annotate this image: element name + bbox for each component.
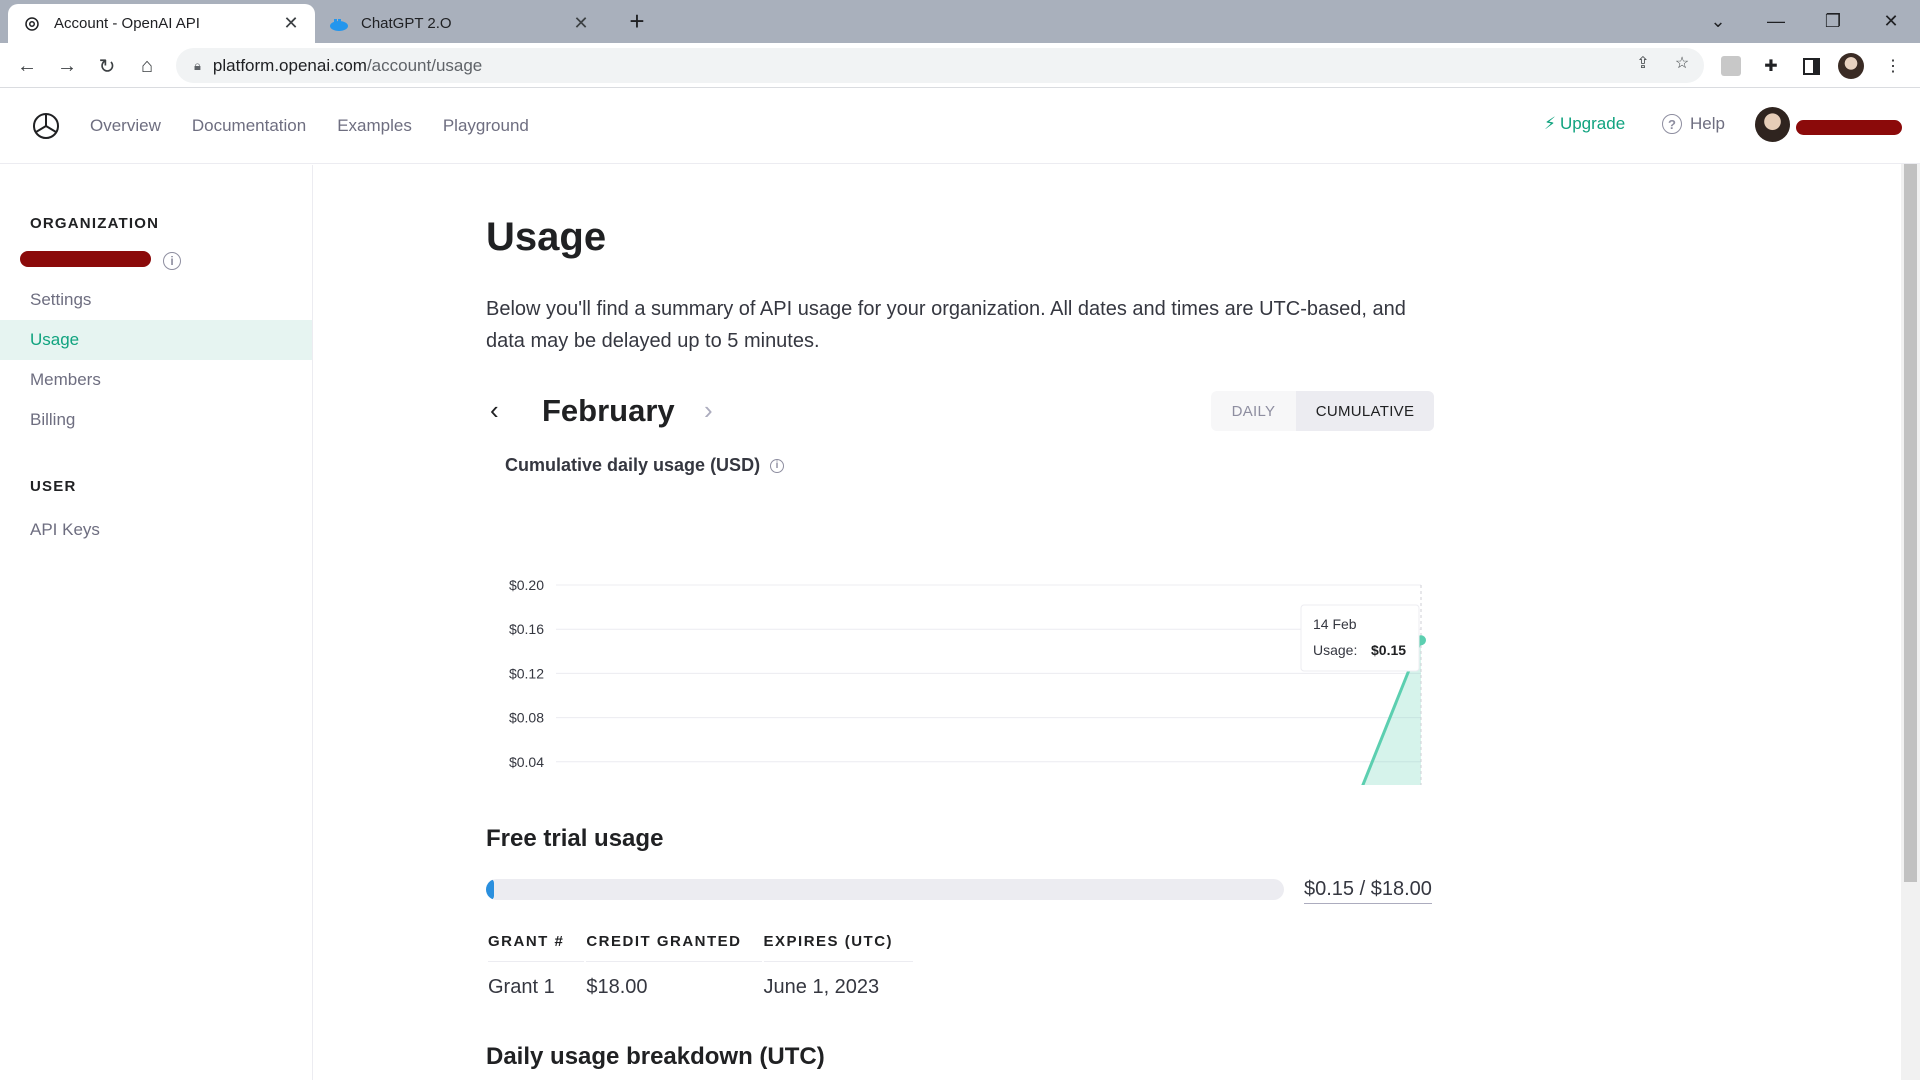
chart-title: Cumulative daily usage (USD) i (505, 455, 785, 476)
upgrade-label: Upgrade (1559, 114, 1626, 133)
openai-icon (22, 14, 42, 34)
sidebar-item-members[interactable]: Members (0, 360, 312, 400)
help-button[interactable]: ? Help (1662, 114, 1725, 134)
help-label: Help (1690, 114, 1725, 133)
grant-expires: June 1, 2023 (763, 975, 880, 998)
upgrade-button[interactable]: ⚡︎ Upgrade (1544, 114, 1625, 134)
redacted-org-name (20, 251, 151, 267)
usage-area (1362, 640, 1421, 785)
column-header-grant: GRANT # (488, 922, 585, 962)
info-icon[interactable]: i (770, 458, 785, 473)
usage-line (1361, 639, 1423, 785)
free-trial-amount: $0.15 / $18.00 (1304, 878, 1432, 904)
y-tick-label: $0.12 (509, 665, 544, 681)
side-panel-icon[interactable] (1798, 53, 1824, 79)
whale-icon (329, 14, 349, 34)
profile-avatar[interactable] (1838, 53, 1864, 79)
sidebar-heading-organization: ORGANIZATION (30, 215, 160, 232)
redacted-username (1796, 120, 1902, 135)
daily-breakdown-title: Daily usage breakdown (UTC) (486, 1043, 825, 1070)
grant-credit: $18.00 (586, 975, 648, 998)
back-icon[interactable]: ← (12, 51, 42, 81)
column-header-credit: CREDIT GRANTED (586, 922, 762, 962)
grant-number: Grant 1 (488, 975, 555, 998)
reload-icon[interactable]: ↻ (92, 51, 122, 81)
y-tick-label: $0.08 (509, 710, 544, 726)
chart-tooltip: 14 Feb Usage: $0.15 (1300, 604, 1420, 672)
usage-mode-toggle: DAILY CUMULATIVE (1211, 391, 1434, 431)
sidebar: ORGANIZATION i Settings Usage Members Bi… (0, 165, 313, 1080)
table-header-row: GRANT # CREDIT GRANTED EXPIRES (UTC) (488, 922, 914, 962)
tab-title: Account - OpenAI API (54, 15, 200, 32)
help-icon: ? (1662, 114, 1682, 134)
sidebar-item-api-keys[interactable]: API Keys (0, 510, 312, 550)
chart-grid (556, 584, 1421, 763)
y-tick-label: $0.04 (509, 754, 544, 770)
menu-icon[interactable]: ⋮ (1880, 53, 1906, 79)
minimize-icon[interactable]: — (1758, 6, 1794, 36)
url-host: platform.openai.com (212, 55, 367, 75)
month-name: February (542, 393, 675, 428)
chevron-left-icon[interactable]: ‹ (490, 395, 514, 426)
usage-chart: $0.00$0.04$0.08$0.12$0.16$0.20 01 Feb03 … (509, 577, 1426, 785)
share-icon[interactable]: ⇪ (1628, 48, 1658, 78)
nav-overview[interactable]: Overview (90, 116, 161, 136)
tab-title: ChatGPT 2.O (361, 15, 452, 32)
nav-playground[interactable]: Playground (443, 116, 529, 136)
user-avatar[interactable] (1755, 107, 1790, 142)
browser-tabstrip: Account - OpenAI API ✕ ChatGPT 2.O ✕ + ⌄… (0, 0, 1920, 43)
app-header: Overview Documentation Examples Playgrou… (0, 88, 1920, 164)
intro-text: Below you'll find a summary of API usage… (486, 298, 1406, 352)
tooltip-box (1300, 604, 1420, 672)
new-tab-icon[interactable]: + (622, 6, 652, 36)
url-path: /account/usage (366, 55, 483, 75)
window-close-icon[interactable]: ✕ (1873, 6, 1909, 36)
tooltip-label: Usage: (1313, 642, 1357, 658)
free-trial-title: Free trial usage (486, 825, 664, 852)
nav-documentation[interactable]: Documentation (192, 116, 306, 136)
y-tick-label: $0.16 (509, 621, 544, 637)
address-bar[interactable]: 🔒︎ platform.openai.com/account/usage (176, 48, 1704, 83)
sidebar-heading-user: USER (30, 478, 77, 495)
tooltip-value: $0.15 (1371, 642, 1406, 658)
browser-toolbar: ← → ↻ ⌂ 🔒︎ platform.openai.com/account/u… (0, 43, 1920, 88)
page-title: Usage (486, 215, 607, 259)
extension-profile-icon[interactable] (1718, 53, 1744, 79)
lightning-icon: ⚡︎ (1544, 114, 1556, 133)
scrollbar-thumb[interactable] (1904, 164, 1917, 882)
restore-icon[interactable]: ❐ (1815, 6, 1851, 36)
sidebar-item-usage[interactable]: Usage (0, 320, 312, 360)
top-nav: Overview Documentation Examples Playgrou… (90, 88, 529, 164)
close-icon[interactable]: ✕ (571, 13, 591, 34)
tooltip-date: 14 Feb (1313, 616, 1357, 632)
free-trial-progress-fill (486, 879, 494, 900)
close-icon[interactable]: ✕ (281, 13, 301, 34)
chevron-right-icon[interactable]: › (704, 395, 728, 426)
forward-icon[interactable]: → (52, 51, 82, 81)
chart-title-text: Cumulative daily usage (USD) (505, 455, 761, 475)
openai-logo-icon[interactable] (30, 110, 62, 142)
home-icon[interactable]: ⌂ (132, 51, 162, 81)
sidebar-item-settings[interactable]: Settings (0, 280, 312, 320)
nav-examples[interactable]: Examples (337, 116, 412, 136)
info-icon[interactable]: i (163, 252, 181, 270)
tab-openai-account[interactable]: Account - OpenAI API ✕ (8, 4, 315, 43)
y-tick-label: $0.20 (509, 577, 544, 593)
sidebar-item-billing[interactable]: Billing (0, 400, 312, 440)
toggle-cumulative[interactable]: CUMULATIVE (1296, 391, 1434, 431)
table-row: Grant 1 $18.00 June 1, 2023 (488, 964, 913, 1010)
puzzle-icon[interactable]: ✚ (1758, 53, 1784, 79)
page-scrollbar[interactable] (1901, 164, 1920, 1080)
tab-search-icon[interactable]: ⌄ (1700, 6, 1736, 36)
chart-y-ticks: $0.00$0.04$0.08$0.12$0.16$0.20 (509, 577, 544, 770)
month-selector: ‹ February › DAILY CUMULATIVE (486, 387, 1436, 435)
column-header-expires: EXPIRES (UTC) (763, 922, 914, 962)
tab-chatgpt[interactable]: ChatGPT 2.O ✕ (315, 4, 605, 43)
free-trial-progress (486, 879, 1284, 900)
toggle-daily[interactable]: DAILY (1211, 391, 1296, 431)
lock-icon: 🔒︎ (194, 57, 201, 73)
bookmark-star-icon[interactable]: ☆ (1667, 48, 1697, 78)
grants-table: GRANT # CREDIT GRANTED EXPIRES (UTC) Gra… (486, 920, 915, 1012)
